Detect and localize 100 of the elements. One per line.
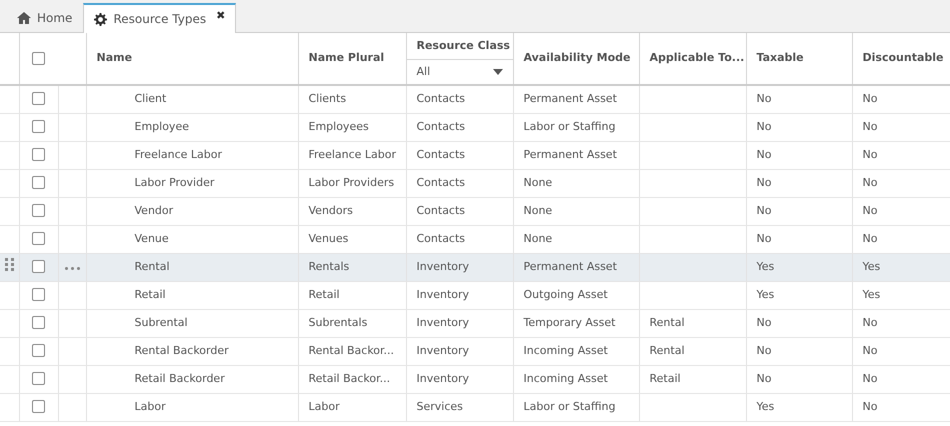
table-cell: Contacts — [406, 169, 513, 197]
column-header: Discountable — [852, 33, 950, 85]
table-cell: No — [746, 141, 852, 169]
table-cell: Labor or Staffing — [513, 113, 639, 141]
table-cell: Incoming Asset — [513, 365, 639, 393]
table-cell: Rental — [86, 253, 298, 281]
settings-icon — [94, 12, 108, 26]
table-cell: Rental Backor... — [298, 337, 406, 365]
row-checkbox[interactable] — [32, 120, 45, 134]
table-cell: Employees — [298, 113, 406, 141]
table-cell: Rental — [639, 309, 746, 337]
table-cell: Retail Backor... — [298, 365, 406, 393]
select-all-checkbox[interactable] — [32, 52, 46, 65]
table-cell: Clients — [298, 85, 406, 113]
table-cell: No — [746, 309, 852, 337]
drag-handle-icon[interactable] — [4, 258, 14, 271]
table-cell: Client — [86, 85, 298, 113]
row-checkbox[interactable] — [32, 176, 45, 190]
table-cell: No — [852, 365, 950, 393]
table-cell: Venue — [86, 225, 298, 253]
tab-label: Home — [37, 10, 72, 27]
column-header: Name Plural — [298, 33, 406, 85]
table-cell: Contacts — [406, 225, 513, 253]
table-cell: Vendor — [86, 197, 298, 225]
table-cell: Labor — [298, 393, 406, 421]
table-cell: Freelance Labor — [86, 141, 298, 169]
table-cell: Retail — [639, 365, 746, 393]
table-cell: Retail — [298, 281, 406, 309]
table-cell: No — [852, 337, 950, 365]
tab[interactable]: Resource Types ✖ — [83, 3, 236, 33]
table-cell: Services — [406, 393, 513, 421]
table-cell: Permanent Asset — [513, 85, 639, 113]
filter-dropdown[interactable]: All — [416, 64, 502, 80]
table-cell: None — [513, 197, 639, 225]
tab[interactable]: Home — [6, 3, 84, 32]
column-header: Applicable To... — [639, 33, 746, 85]
table-cell: No — [852, 141, 950, 169]
table-cell: Yes — [746, 393, 852, 421]
table-cell: No — [852, 169, 950, 197]
table-cell: No — [852, 197, 950, 225]
table-cell: Retail — [86, 281, 298, 309]
table-cell: No — [746, 85, 852, 113]
table-cell: No — [852, 225, 950, 253]
table-cell: Labor — [86, 393, 298, 421]
table-cell: No — [746, 225, 852, 253]
table-cell: Contacts — [406, 113, 513, 141]
table-cell: Rental — [639, 337, 746, 365]
column-header: Name — [86, 33, 298, 85]
table-cell: Labor or Staffing — [513, 393, 639, 421]
table-cell: Contacts — [406, 141, 513, 169]
column-header: Resource Class — [406, 33, 513, 59]
table-cell: Freelance Labor — [298, 141, 406, 169]
table-cell: Rental Backorder — [86, 337, 298, 365]
more-options-icon[interactable] — [64, 266, 80, 270]
table-cell: No — [852, 309, 950, 337]
table-cell: Employee — [86, 113, 298, 141]
table-cell: Yes — [746, 281, 852, 309]
table-cell: Inventory — [406, 337, 513, 365]
table-cell: Labor Provider — [86, 169, 298, 197]
table-cell: No — [852, 85, 950, 113]
row-checkbox[interactable] — [32, 204, 45, 218]
row-checkbox[interactable] — [32, 260, 45, 274]
table-cell: Subrental — [86, 309, 298, 337]
table-cell: Yes — [746, 253, 852, 281]
table-cell: No — [746, 113, 852, 141]
column-header: Taxable — [746, 33, 852, 85]
table-cell: Permanent Asset — [513, 253, 639, 281]
table-cell: Vendors — [298, 197, 406, 225]
table-cell: Temporary Asset — [513, 309, 639, 337]
caret-icon — [492, 68, 502, 75]
row-checkbox[interactable] — [32, 148, 45, 162]
table-cell: Venues — [298, 225, 406, 253]
close-button[interactable]: ✖ — [216, 8, 226, 24]
table-cell: Contacts — [406, 197, 513, 225]
table-cell: None — [513, 169, 639, 197]
row-checkbox[interactable] — [32, 372, 45, 386]
table-cell: No — [746, 197, 852, 225]
column-header: Availability Mode — [513, 33, 639, 85]
row-checkbox[interactable] — [32, 316, 45, 330]
table-cell: Subrentals — [298, 309, 406, 337]
tab-label: Resource Types — [113, 11, 206, 28]
table-cell: No — [852, 113, 950, 141]
row-checkbox[interactable] — [32, 232, 45, 246]
table-cell: Labor Providers — [298, 169, 406, 197]
row-checkbox[interactable] — [32, 400, 45, 414]
table-cell: Inventory — [406, 253, 513, 281]
home-icon — [17, 12, 31, 24]
table-cell: No — [746, 365, 852, 393]
table-cell: Yes — [852, 253, 950, 281]
table-cell: Inventory — [406, 309, 513, 337]
table-cell: None — [513, 225, 639, 253]
table-cell: Rentals — [298, 253, 406, 281]
table-cell: No — [852, 393, 950, 421]
row-checkbox[interactable] — [32, 92, 45, 106]
table-cell: Contacts — [406, 85, 513, 113]
row-checkbox[interactable] — [32, 344, 45, 358]
table-cell: Retail Backorder — [86, 365, 298, 393]
table-cell: Yes — [852, 281, 950, 309]
row-checkbox[interactable] — [32, 288, 45, 302]
table-cell: Inventory — [406, 365, 513, 393]
